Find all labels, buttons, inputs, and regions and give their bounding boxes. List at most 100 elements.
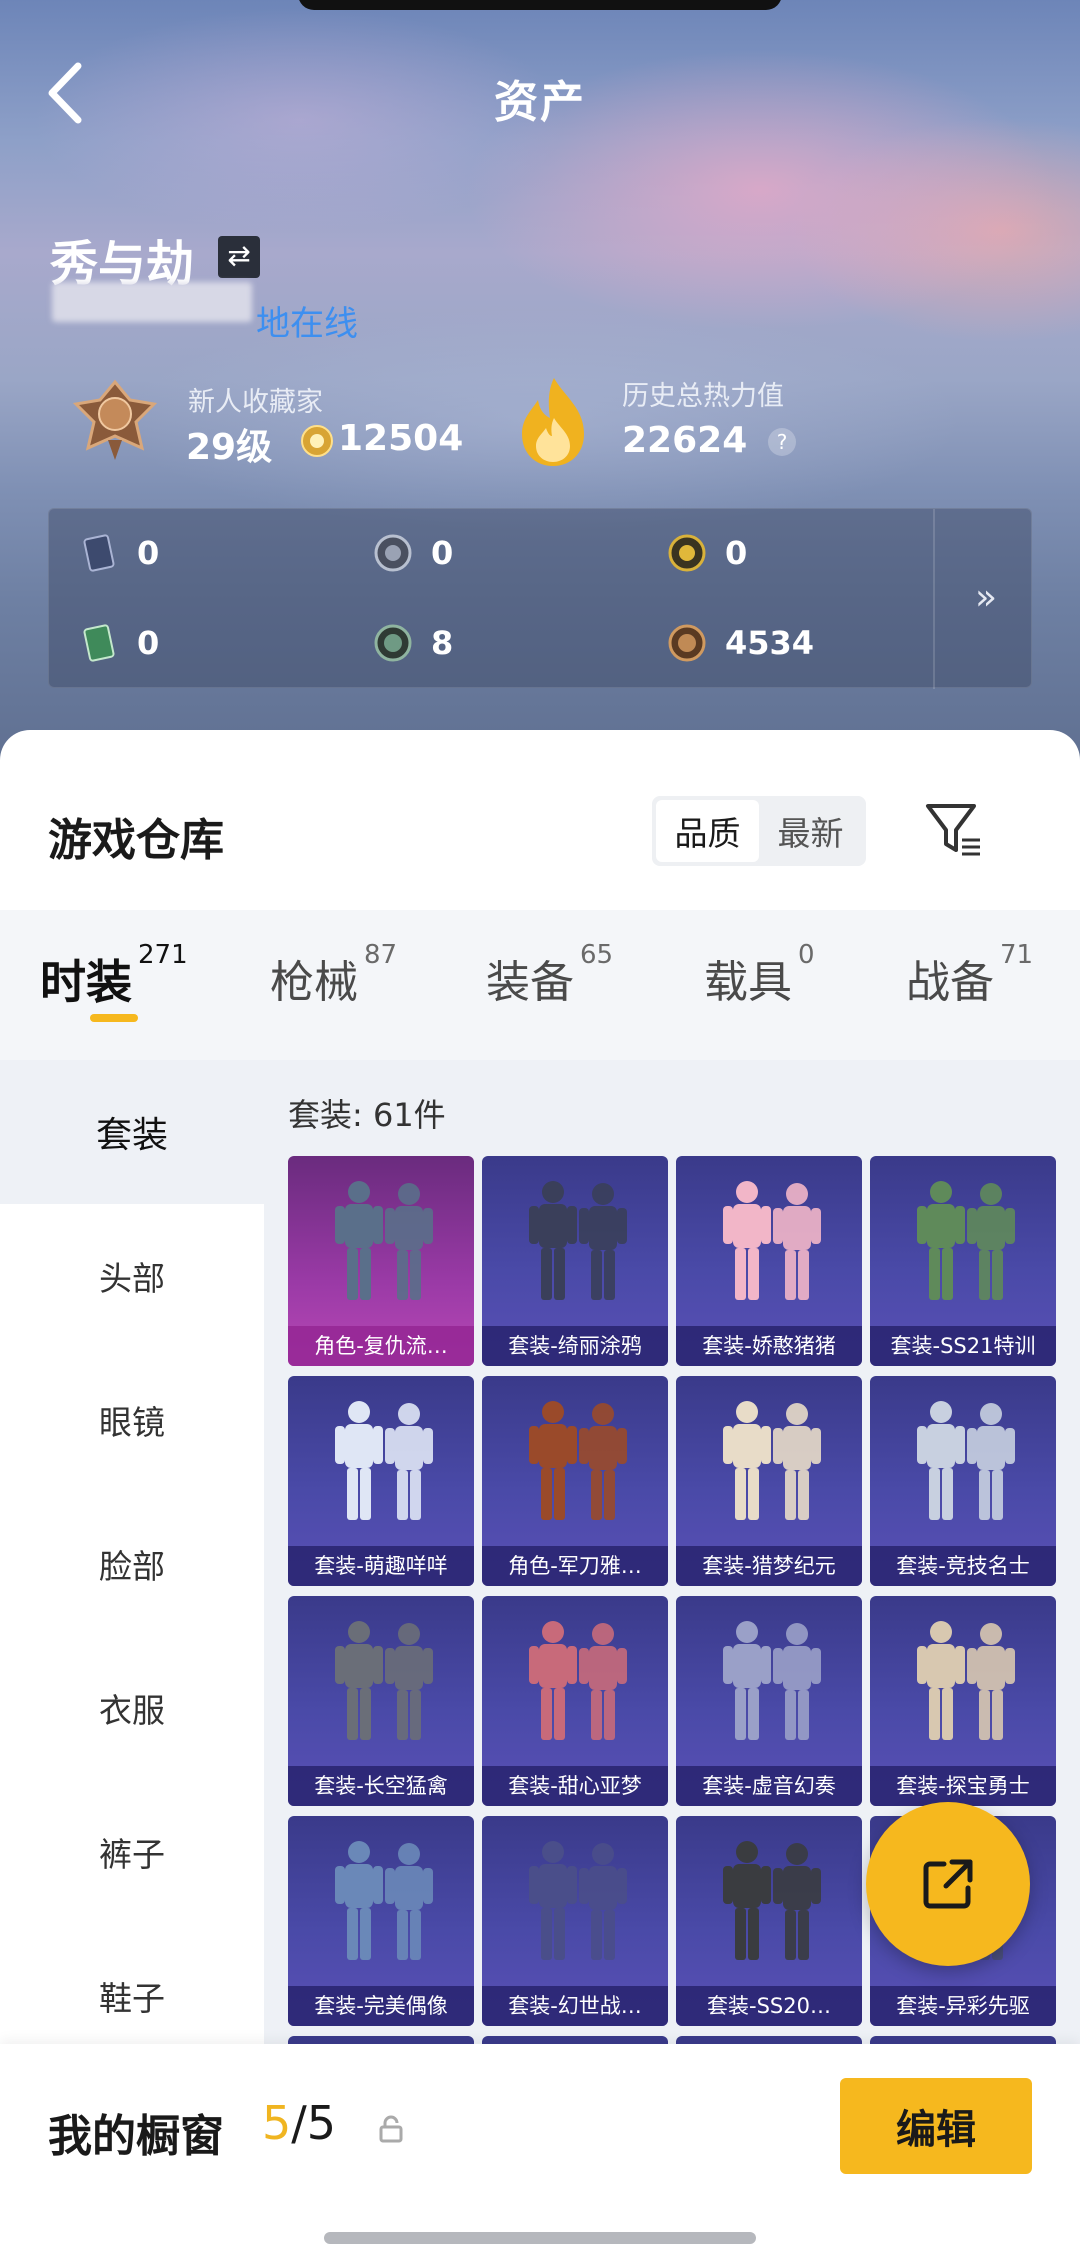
panel-divider [933,509,935,689]
currency-item: 0 [667,533,747,573]
tab-guns[interactable]: 枪械87 [270,940,397,1010]
showcase-current: 5 [262,2096,292,2150]
currency-panel: 0 0 0 0 8 4534 » [48,508,1032,689]
item-label: 套装-幻世战… [482,1986,668,2026]
outfit-icon [529,1181,627,1300]
item-card[interactable]: 套装-猎梦纪元 [676,1376,862,1586]
item-card[interactable]: 套装-探宝勇士 [870,1596,1056,1806]
help-icon[interactable]: ? [768,428,796,456]
item-label: 套装-竞技名士 [870,1546,1056,1586]
item-label: 套装-异彩先驱 [870,1986,1056,2026]
player-level: 29级 [186,427,273,468]
active-tab-indicator [90,1014,138,1022]
item-label: 套装-探宝勇士 [870,1766,1056,1806]
currency-item: 0 [79,533,159,573]
item-label: 套装-SS21特训 [870,1326,1056,1366]
sort-toggle: 品质 最新 [652,796,866,866]
item-label: 套装-猎梦纪元 [676,1546,862,1586]
side-item-clothes[interactable]: 衣服 [0,1636,264,1780]
suit-count-heading: 套装: 61件 [288,1096,446,1134]
outfit-icon [723,1181,821,1300]
item-card[interactable]: 套装-虚音幻奏 [676,1596,862,1806]
bronze-coin-icon [668,624,706,662]
filter-icon[interactable] [922,798,984,860]
switch-account-icon[interactable]: ⇄ [218,236,260,278]
tab-supplies[interactable]: 战备71 [906,940,1033,1010]
status-notch [298,0,782,10]
outfit-icon [917,1621,1015,1740]
outfit-icon [529,1841,627,1960]
item-card[interactable]: 套装-SS20… [676,1816,862,2026]
item-label: 套装-完美偶像 [288,1986,474,2026]
currency-value: 0 [137,534,160,572]
outfit-icon [917,1401,1015,1520]
heat-value: 22624 [622,420,748,461]
side-item-glasses[interactable]: 眼镜 [0,1348,264,1492]
share-fab[interactable] [866,1802,1030,1966]
collector-coin-value: 12504 [338,418,464,459]
outfit-icon [723,1401,821,1520]
item-label: 套装-SS20… [676,1986,862,2026]
tab-label: 战备 [906,957,994,1008]
sort-quality-button[interactable]: 品质 [656,800,759,862]
outfit-icon [335,1621,433,1740]
outfit-icon [335,1181,433,1300]
currency-item: 8 [373,623,453,663]
currency-value: 4534 [725,624,815,662]
side-item-pants[interactable]: 裤子 [0,1780,264,1924]
item-card[interactable]: 套装-娇憨猪猪 [676,1156,862,1366]
category-tabs: 时装 271 枪械87 装备65 载具0 战备71 [0,910,1080,1060]
item-card[interactable]: 角色-军刀雅… [482,1376,668,1586]
tab-equipment[interactable]: 装备65 [486,940,613,1010]
item-label: 套装-娇憨猪猪 [676,1326,862,1366]
item-label: 套装-长空猛禽 [288,1766,474,1806]
card-icon [83,534,115,572]
side-item-suits[interactable]: 套装 [0,1060,264,1204]
tab-label: 枪械 [270,957,358,1008]
item-label: 套装-甜心亚梦 [482,1766,668,1806]
item-card[interactable]: 角色-复仇流… [288,1156,474,1366]
warehouse-title: 游戏仓库 [48,815,224,866]
side-item-head[interactable]: 头部 [0,1204,264,1348]
item-card[interactable]: 套装-甜心亚梦 [482,1596,668,1806]
expand-arrow-icon[interactable]: » [961,573,1011,623]
tab-count: 0 [798,940,815,970]
item-card[interactable]: 套装-幻世战… [482,1816,668,2026]
green-card-icon [83,624,115,662]
item-card[interactable]: 套装-SS21特训 [870,1156,1056,1366]
item-label: 角色-军刀雅… [482,1546,668,1586]
tab-count: 65 [580,940,614,970]
item-card[interactable]: 套装-萌趣咩咩 [288,1376,474,1586]
item-card[interactable]: 套装-完美偶像 [288,1816,474,2026]
side-nav: 套装 头部 眼镜 脸部 衣服 裤子 鞋子 [0,1060,264,2150]
edit-button[interactable]: 编辑 [840,2078,1032,2174]
tab-fashion[interactable]: 时装 271 [40,940,188,1012]
tab-label: 装备 [486,957,574,1008]
currency-item: 0 [79,623,159,663]
item-card[interactable]: 套装-竞技名士 [870,1376,1056,1586]
item-label: 角色-复仇流… [288,1326,474,1366]
item-label: 套装-绮丽涂鸦 [482,1326,668,1366]
currency-value: 0 [137,624,160,662]
rank-badge-icon [72,379,158,460]
showcase-label: 我的橱窗 [48,2111,224,2162]
home-indicator [324,2232,756,2244]
profile-header: 资产 秀与劫 ⇄ 地在线 新人收藏家 29级 12504 历史总热力值 2262… [0,0,1080,790]
green-orb-icon [374,624,412,662]
sort-newest-button[interactable]: 最新 [759,800,862,862]
fire-icon [522,378,584,466]
showcase-footer: 我的橱窗 5/5 编辑 [0,2044,1080,2264]
item-card[interactable]: 套装-绮丽涂鸦 [482,1156,668,1366]
currency-value: 0 [725,534,748,572]
outfit-icon [917,1181,1015,1300]
item-card[interactable]: 套装-长空猛禽 [288,1596,474,1806]
item-label: 套装-虚音幻奏 [676,1766,862,1806]
tab-label: 载具 [704,957,792,1008]
item-grid-panel: 套装: 61件 角色-复仇流… 套装-绮丽涂鸦 套装-娇憨猪猪 套装-SS21特训 套装… [264,1060,1080,2150]
side-item-face[interactable]: 脸部 [0,1492,264,1636]
tab-vehicles[interactable]: 载具0 [704,940,815,1010]
blurred-region [52,282,252,322]
currency-item: 4534 [667,623,814,663]
heat-title: 历史总热力值 [622,381,784,412]
tab-count: 87 [364,940,398,970]
